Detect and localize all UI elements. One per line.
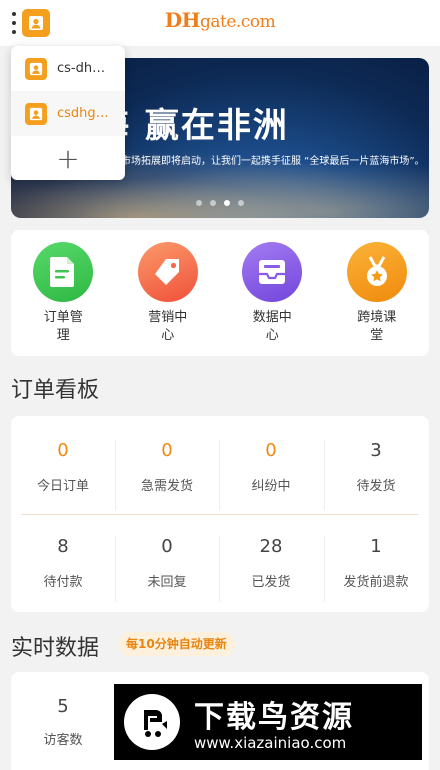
watermark-title: 下载鸟资源 <box>194 700 354 735</box>
auto-update-badge: 每10分钟自动更新 <box>118 632 235 656</box>
order-stat-value: 3 <box>370 440 382 461</box>
order-stat-label: 今日订单 <box>36 479 89 494</box>
order-board-title: 订单看板 <box>11 378 100 403</box>
watermark-url: www.xiazainiao.com <box>194 734 347 752</box>
menu-item-marketing-center[interactable]: 营销中心 <box>116 230 221 356</box>
user-icon <box>25 102 47 125</box>
order-stat-label: 急需发货 <box>140 479 193 494</box>
bird-logo-icon <box>124 694 180 750</box>
account-name: cs-dh… <box>57 61 106 76</box>
order-stat-label: 发货前退款 <box>343 575 409 590</box>
carousel-dot[interactable] <box>238 200 244 206</box>
order-stat-cell[interactable]: 1 发货前退款 <box>324 512 428 608</box>
order-stat-cell[interactable]: 0 未回复 <box>115 512 219 608</box>
data-inbox-icon <box>242 242 303 302</box>
account-item-2[interactable]: csdhg… <box>11 91 125 136</box>
visitors-stat[interactable]: 5 访客数 <box>11 672 115 748</box>
menu-item-order-management[interactable]: 订单管理 <box>11 230 116 356</box>
carousel-dot[interactable] <box>210 200 216 206</box>
account-name: csdhg… <box>57 106 109 121</box>
order-stat-label: 纠纷中 <box>251 479 291 494</box>
order-stat-value: 0 <box>161 536 173 557</box>
top-bar: DHgate.com <box>0 0 440 46</box>
order-stat-cell[interactable]: 3 待发货 <box>324 416 428 512</box>
account-item-1[interactable]: cs-dh… <box>11 46 125 91</box>
menu-label: 跨境课堂 <box>357 310 397 343</box>
order-stat-label: 待发货 <box>356 479 396 494</box>
order-stat-label: 未回复 <box>147 575 187 590</box>
menu-item-data-center[interactable]: 数据中心 <box>220 230 325 356</box>
order-stat-label: 已发货 <box>251 575 291 590</box>
order-stat-label: 待付款 <box>43 575 83 590</box>
menu-item-cross-border-class[interactable]: 跨境课堂 <box>325 230 430 356</box>
order-stat-cell[interactable]: 28 已发货 <box>219 512 323 608</box>
order-stat-value: 0 <box>265 440 277 461</box>
order-stat-cell[interactable]: 0 纠纷中 <box>219 416 323 512</box>
order-stat-value: 0 <box>57 440 69 461</box>
visitors-label: 访客数 <box>43 733 83 748</box>
order-board: 0 今日订单 0 急需发货 0 纠纷中 3 待发货 8 待付款 0 未回复 28 已发货 1 发货前退款 <box>11 416 429 612</box>
carousel-indicator <box>11 200 429 206</box>
order-stat-value: 28 <box>259 536 283 557</box>
order-stat-value: 8 <box>57 536 69 557</box>
order-stat-value: 0 <box>161 440 173 461</box>
realtime-title: 实时数据 <box>11 636 100 661</box>
carousel-dot[interactable] <box>196 200 202 206</box>
visitors-value: 5 <box>57 696 69 717</box>
function-menu: 订单管理 营销中心 数据中心 跨境课堂 <box>11 230 429 356</box>
user-icon <box>25 57 47 80</box>
account-popup: cs-dh… csdhg… + <box>11 46 125 180</box>
order-document-icon <box>33 242 94 302</box>
menu-label: 订单管理 <box>43 310 83 343</box>
order-stat-cell[interactable]: 8 待付款 <box>11 512 115 608</box>
add-account-button[interactable]: + <box>11 136 125 180</box>
carousel-dot[interactable] <box>224 200 230 206</box>
order-stat-cell[interactable]: 0 今日订单 <box>11 416 115 512</box>
marketing-tag-icon <box>137 242 198 302</box>
medal-star-icon <box>346 242 407 302</box>
order-stat-value: 1 <box>370 536 382 557</box>
watermark: 下载鸟资源 www.xiazainiao.com <box>114 684 422 760</box>
order-stat-cell[interactable]: 0 急需发货 <box>115 416 219 512</box>
menu-label: 数据中心 <box>252 310 292 343</box>
dhgate-logo: DHgate.com <box>164 8 276 32</box>
menu-label: 营销中心 <box>148 310 188 343</box>
